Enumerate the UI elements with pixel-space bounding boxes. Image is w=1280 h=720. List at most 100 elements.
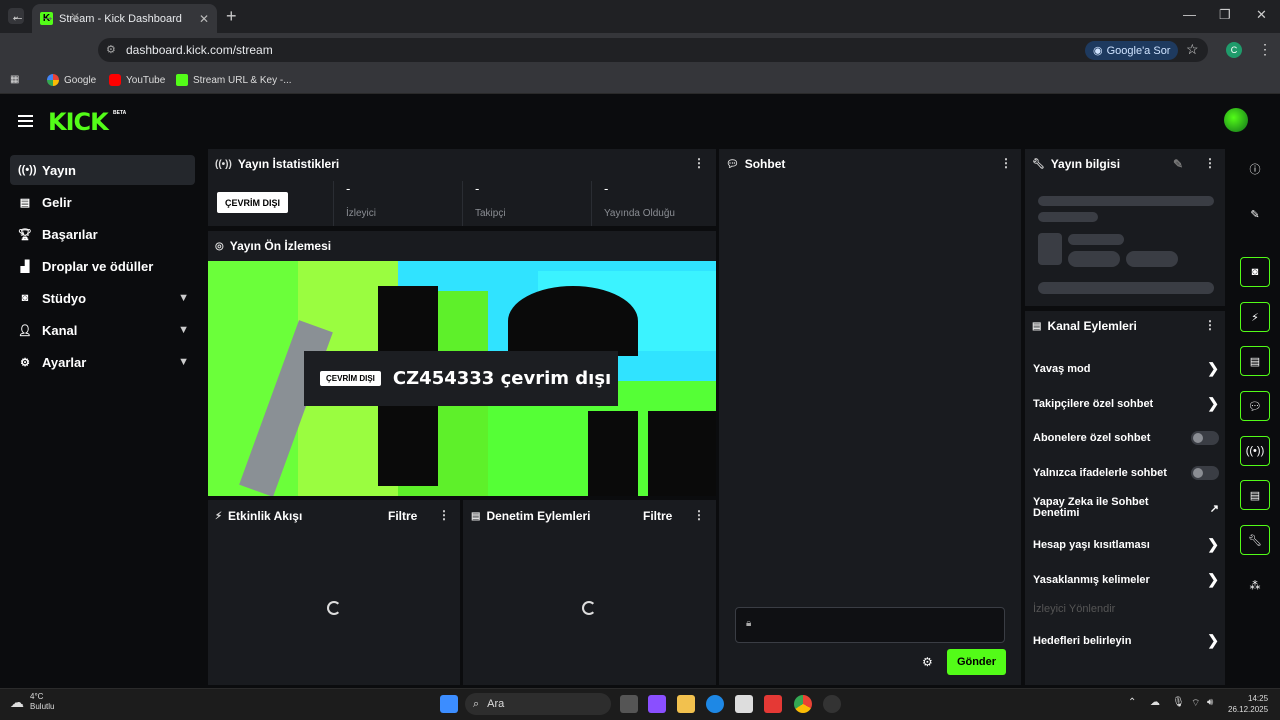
weather-temp: 4°C — [30, 692, 44, 701]
stat-viewers: - İzleyici — [333, 181, 462, 227]
url-text: dashboard.kick.com/stream — [126, 43, 273, 57]
cloud-icon: ☁ — [10, 693, 24, 710]
windows-start-icon[interactable] — [440, 695, 458, 713]
wifi-icon[interactable]: ⌔ — [1191, 697, 1200, 710]
stream-info-menu-icon[interactable]: ⋮ — [1204, 156, 1216, 170]
action-ai-moderation[interactable]: Yapay Zeka ile Sohbet Denetimi ↗ — [1033, 497, 1219, 519]
apps-icon[interactable]: ▦ — [10, 74, 19, 85]
onedrive-icon[interactable]: ☁ — [1150, 697, 1160, 708]
channel-actions-title: ▤ Kanal Eylemleri — [1032, 319, 1137, 333]
action-set-goals[interactable]: Hedefleri belirleyin ❯ — [1033, 632, 1219, 649]
send-button[interactable]: Gönder — [947, 649, 1006, 675]
panel-title: Yayın İstatistikleri — [237, 157, 340, 171]
chrome-icon[interactable] — [794, 695, 812, 713]
bookmark-star-icon[interactable]: ☆ — [1186, 41, 1199, 58]
chat-input[interactable]: 🔒︎ — [735, 607, 1005, 643]
action-followers-only[interactable]: Takipçilere özel sohbet ❯ — [1033, 395, 1219, 412]
tray-chevron-icon[interactable]: ⌃ — [1128, 697, 1136, 708]
profile-avatar[interactable]: C — [1226, 42, 1242, 58]
hamburger-menu-icon[interactable] — [18, 115, 33, 127]
sidebar-item-ayarlar[interactable]: ⚙ Ayarlar ▼ — [10, 347, 195, 377]
maximize-button[interactable]: ❐ — [1219, 7, 1231, 23]
copilot-icon[interactable] — [648, 695, 666, 713]
chat-menu-icon[interactable]: ⋮ — [1000, 156, 1012, 170]
bookmark-stream-url[interactable]: Stream URL & Key -... — [176, 74, 292, 86]
moderation-menu-icon[interactable]: ⋮ — [693, 508, 705, 522]
subscribers-only-toggle[interactable] — [1191, 431, 1219, 445]
skeleton-line — [1038, 212, 1098, 222]
action-label: Takipçilere özel sohbet — [1033, 397, 1154, 410]
chevron-right-icon: ❯ — [1207, 571, 1219, 587]
rail-layout-icon[interactable]: ▤ — [1240, 480, 1270, 510]
panel-title: Yayın Ön İzlemesi — [229, 239, 332, 253]
google-ask-button[interactable]: ◉ Google'a Sor — [1085, 41, 1179, 60]
file-explorer-icon[interactable] — [677, 695, 695, 713]
volume-icon[interactable]: 🔊︎ — [1207, 697, 1213, 708]
address-bar[interactable]: ⚙ dashboard.kick.com/stream — [98, 38, 1208, 62]
pencil-icon[interactable]: ✎ — [1240, 199, 1270, 229]
chat-settings-icon[interactable]: ⚙ — [922, 655, 933, 669]
kick-icon — [176, 74, 188, 86]
rail-broadcast-icon[interactable]: ((•)) — [1240, 436, 1270, 466]
task-view-icon[interactable] — [620, 695, 638, 713]
activity-filter-button[interactable]: Filtre — [388, 509, 417, 523]
browser-tab[interactable]: K Stream - Kick Dashboard ✕ — [32, 4, 217, 33]
moderation-filter-button[interactable]: Filtre — [643, 509, 672, 523]
stop-loading-icon[interactable]: ✕ — [70, 10, 80, 24]
rail-chat-icon[interactable]: 💬︎ — [1240, 391, 1270, 421]
browser-menu-icon[interactable]: ⋮ — [1258, 41, 1272, 58]
bookmark-youtube[interactable]: YouTube — [109, 74, 165, 86]
rail-lightning-icon[interactable]: ⚡︎ — [1240, 302, 1270, 332]
channel-actions-menu-icon[interactable]: ⋮ — [1204, 318, 1216, 332]
action-label: Yalnızca ifadelerle sohbet — [1033, 467, 1167, 479]
sidebar-item-droplar[interactable]: ▟ Droplar ve ödüller — [10, 251, 195, 281]
emotes-only-toggle[interactable] — [1191, 466, 1219, 480]
action-slow-mode[interactable]: Yavaş mod ❯ — [1033, 360, 1219, 377]
stat-label: Yayında Olduğu — [604, 208, 675, 219]
sidebar-item-gelir[interactable]: ▤ Gelir — [10, 187, 195, 217]
microphone-icon[interactable]: 🎙︎ — [1172, 697, 1185, 708]
minimize-button[interactable]: — — [1183, 7, 1196, 22]
dashboard-header — [0, 97, 1280, 143]
rail-apps-icon[interactable]: ⁂ — [1240, 570, 1270, 600]
sidebar-item-studyo[interactable]: ◙ Stüdyo ▼ — [10, 283, 195, 313]
weather-widget[interactable]: ☁ 4°C Bulutlu — [10, 692, 54, 712]
app-icon[interactable] — [823, 695, 841, 713]
sidebar-item-basarilar[interactable]: 🏆︎ Başarılar — [10, 219, 195, 249]
rail-preview-icon[interactable]: ◙ — [1240, 257, 1270, 287]
sidebar-item-yayin[interactable]: ((•)) Yayın — [10, 155, 195, 185]
action-banned-words[interactable]: Yasaklanmış kelimeler ❯ — [1033, 571, 1219, 588]
forward-button[interactable]: → — [40, 8, 55, 25]
chevron-down-icon: ▼ — [178, 356, 189, 368]
user-avatar[interactable] — [1224, 108, 1248, 132]
taskbar-clock[interactable]: 14:25 26.12.2025 — [1228, 693, 1268, 715]
edge-icon[interactable] — [706, 695, 724, 713]
offline-message: CZ454333 çevrim dışı — [392, 368, 612, 389]
activity-menu-icon[interactable]: ⋮ — [438, 508, 450, 522]
sidebar-item-label: Droplar ve ödüller — [42, 258, 154, 274]
chevron-down-icon: ▼ — [178, 324, 189, 336]
divider — [208, 226, 716, 229]
external-link-icon: ↗ — [1209, 502, 1219, 515]
store-icon[interactable] — [735, 695, 753, 713]
chevron-right-icon: ❯ — [1207, 536, 1219, 552]
new-tab-button[interactable]: + — [226, 6, 237, 27]
bookmark-google[interactable]: Google — [47, 74, 96, 86]
stat-label: Takipçi — [475, 208, 506, 219]
taskbar-search[interactable]: ⌕ Ara — [465, 693, 611, 715]
rail-wrench-icon[interactable]: 🔧︎ — [1240, 525, 1270, 555]
media-app-icon[interactable] — [764, 695, 782, 713]
weather-desc: Bulutlu — [30, 702, 55, 711]
site-settings-icon[interactable]: ⚙ — [106, 43, 116, 56]
kick-logo[interactable]: KICK — [48, 108, 109, 136]
action-account-age[interactable]: Hesap yaşı kısıtlaması ❯ — [1033, 536, 1219, 553]
stat-label: İzleyici — [346, 208, 377, 219]
info-icon[interactable]: ⓘ — [1240, 154, 1270, 184]
close-tab-icon[interactable]: ✕ — [199, 12, 209, 26]
rail-document-icon[interactable]: ▤ — [1240, 346, 1270, 376]
edit-pencil-icon[interactable]: ✎ — [1173, 157, 1183, 171]
window-close-button[interactable]: ✕ — [1256, 7, 1267, 23]
stats-menu-icon[interactable]: ⋮ — [693, 156, 705, 170]
sidebar-item-kanal[interactable]: 👤︎ Kanal ▼ — [10, 315, 195, 345]
back-button[interactable]: ← — [10, 8, 25, 25]
